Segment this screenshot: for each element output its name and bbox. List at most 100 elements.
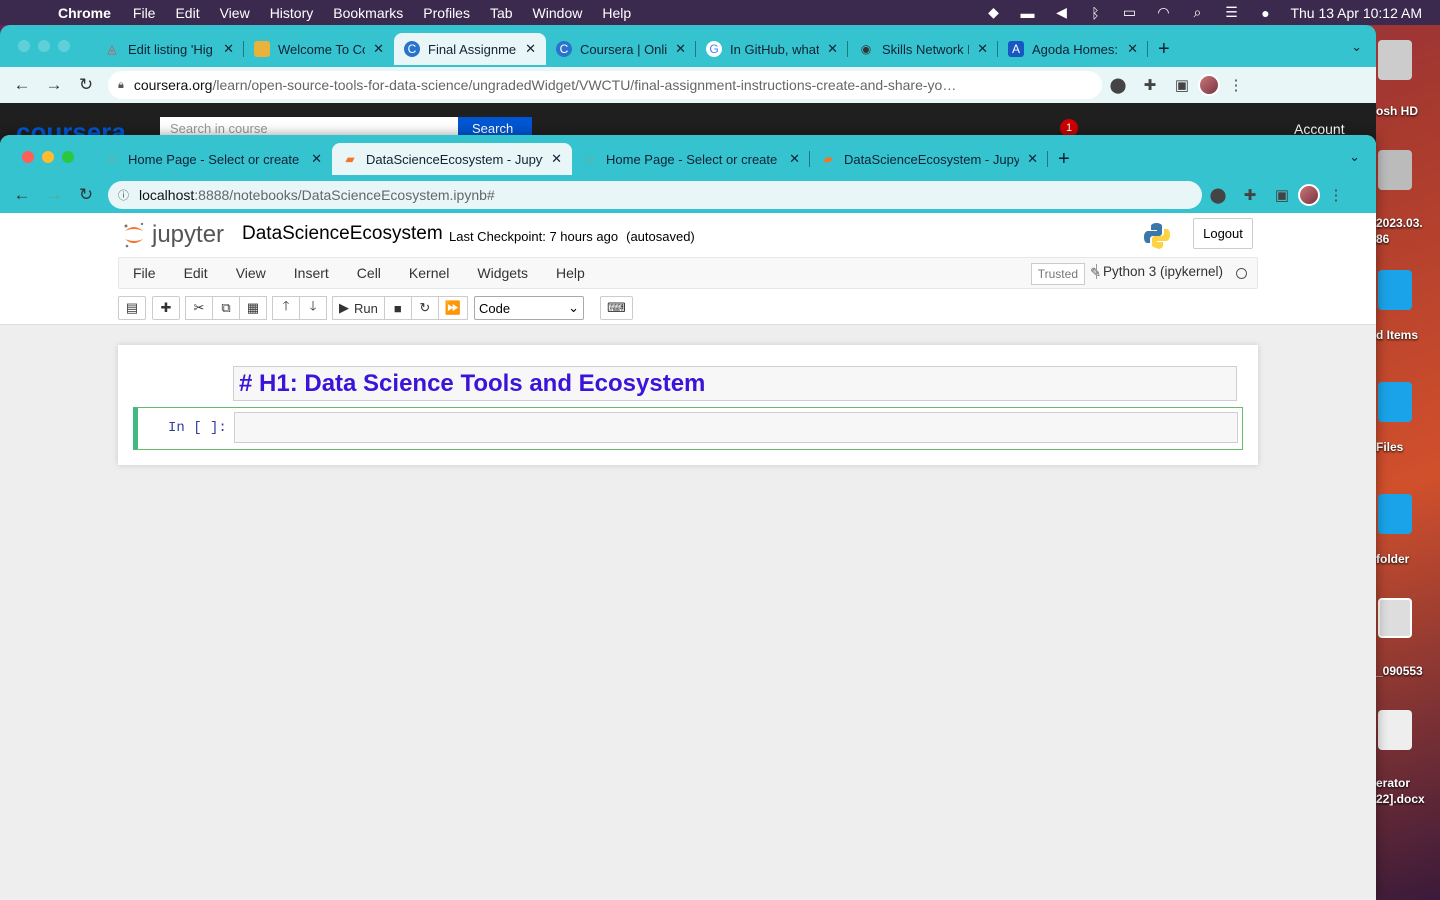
close-tab-icon[interactable]: ✕: [789, 151, 800, 167]
move-up-icon[interactable]: 🡑: [272, 296, 300, 320]
jupyter-logo[interactable]: jupyter: [122, 221, 224, 249]
menu-bookmarks[interactable]: Bookmarks: [333, 5, 403, 21]
dropbox-icon[interactable]: ◆: [984, 4, 1002, 21]
search-icon[interactable]: ⌕: [1188, 4, 1206, 21]
menu-help[interactable]: Help: [602, 5, 631, 21]
menu-view[interactable]: View: [220, 5, 250, 21]
keyboard-icon[interactable]: ⌨: [600, 296, 633, 320]
logout-button[interactable]: Logout: [1193, 218, 1253, 249]
browser-tab[interactable]: A Agoda Homes: ✕: [998, 33, 1148, 65]
nb-menu-kernel[interactable]: Kernel: [395, 265, 463, 281]
folder-icon[interactable]: [1378, 270, 1412, 310]
move-down-icon[interactable]: 🡓: [299, 296, 327, 320]
copy-icon[interactable]: ⧉: [212, 296, 240, 320]
menu-history[interactable]: History: [270, 5, 314, 21]
reload-icon[interactable]: ↻: [70, 185, 102, 205]
back-icon[interactable]: ←: [6, 75, 38, 95]
browser-tab[interactable]: G In GitHub, what ✕: [696, 33, 848, 65]
cell-type-select[interactable]: Code ⌄: [474, 296, 585, 320]
close-tab-icon[interactable]: ✕: [1127, 41, 1138, 57]
browser-tab[interactable]: ▰ DataScienceEcosystem - Jupyte ✕: [810, 143, 1048, 175]
document-file-icon[interactable]: [1378, 710, 1412, 750]
trusted-badge[interactable]: Trusted: [1030, 263, 1085, 285]
extension-icon[interactable]: ⬤: [1202, 186, 1234, 204]
chevron-down-icon[interactable]: ⌄: [1351, 39, 1362, 55]
markdown-cell[interactable]: # H1: Data Science Tools and Ecosystem: [233, 366, 1237, 401]
close-window-icon[interactable]: [18, 40, 30, 52]
menubar-clock[interactable]: Thu 13 Apr 10:12 AM: [1290, 5, 1422, 21]
sidepanel-icon[interactable]: ▣: [1166, 76, 1198, 94]
close-tab-icon[interactable]: ✕: [1027, 151, 1038, 167]
code-cell-selected[interactable]: In [ ]:: [133, 407, 1243, 450]
hard-drive-icon[interactable]: [1378, 40, 1412, 80]
nb-menu-cell[interactable]: Cell: [343, 265, 395, 281]
back-icon[interactable]: ←: [6, 185, 38, 205]
restart-icon[interactable]: ↻: [410, 296, 439, 320]
browser-tab[interactable]: C Coursera | Onli ✕: [546, 33, 696, 65]
avatar[interactable]: [1298, 184, 1320, 206]
new-tab-button[interactable]: +: [1148, 33, 1188, 65]
close-tab-icon[interactable]: ✕: [551, 151, 562, 167]
menu-file[interactable]: File: [133, 5, 156, 21]
notification-icon[interactable]: ▬: [1018, 5, 1036, 21]
notebook-name[interactable]: DataScienceEcosystem: [242, 223, 443, 245]
minimize-window-icon[interactable]: [38, 40, 50, 52]
save-icon[interactable]: ▤: [118, 296, 146, 320]
nb-menu-edit[interactable]: Edit: [170, 265, 222, 281]
puzzle-icon[interactable]: ✚: [1234, 186, 1266, 204]
browser-tab-active[interactable]: ▰ DataScienceEcosystem - Jupyte ✕: [332, 143, 572, 175]
forward-icon[interactable]: →: [38, 75, 70, 95]
reload-icon[interactable]: ↻: [70, 75, 102, 95]
nb-menu-widgets[interactable]: Widgets: [463, 265, 542, 281]
browser-tab-active[interactable]: C Final Assignme ✕: [394, 33, 546, 65]
minimize-window-icon[interactable]: [42, 151, 54, 163]
close-tab-icon[interactable]: ✕: [675, 41, 686, 57]
avatar[interactable]: [1198, 74, 1220, 96]
zoom-window-icon[interactable]: [62, 151, 74, 163]
close-tab-icon[interactable]: ✕: [827, 41, 838, 57]
disk-image-icon[interactable]: [1378, 150, 1412, 190]
nb-menu-insert[interactable]: Insert: [280, 265, 343, 281]
close-window-icon[interactable]: [22, 151, 34, 163]
menu-profiles[interactable]: Profiles: [423, 5, 470, 21]
close-tab-icon[interactable]: ✕: [977, 41, 988, 57]
close-tab-icon[interactable]: ✕: [311, 151, 322, 167]
kebab-menu-icon[interactable]: ⋮: [1220, 76, 1252, 94]
control-center-icon[interactable]: ☰: [1222, 4, 1240, 21]
kebab-menu-icon[interactable]: ⋮: [1320, 186, 1352, 204]
bluetooth-icon[interactable]: ᛒ: [1086, 5, 1104, 21]
menu-window[interactable]: Window: [533, 5, 583, 21]
browser-tab[interactable]: ◉ Skills Network L ✕: [848, 33, 998, 65]
folder-icon[interactable]: [1378, 382, 1412, 422]
menu-edit[interactable]: Edit: [175, 5, 199, 21]
nb-menu-help[interactable]: Help: [542, 265, 599, 281]
browser-tab[interactable]: ◌ Home Page - Select or create a ✕: [572, 143, 810, 175]
nb-menu-file[interactable]: File: [119, 265, 170, 281]
address-bar[interactable]: 🔒︎ coursera.org/learn/open-source-tools-…: [108, 71, 1102, 99]
chevron-down-icon[interactable]: ⌄: [1349, 149, 1360, 165]
interrupt-icon[interactable]: ■: [383, 296, 412, 320]
insert-cell-icon[interactable]: ✚: [152, 296, 180, 320]
new-tab-button[interactable]: +: [1048, 143, 1088, 175]
close-tab-icon[interactable]: ✕: [373, 41, 384, 57]
battery-icon[interactable]: ▭: [1120, 4, 1138, 21]
close-tab-icon[interactable]: ✕: [525, 41, 536, 57]
volume-icon[interactable]: ◀: [1052, 4, 1070, 21]
puzzle-icon[interactable]: ✚: [1134, 76, 1166, 94]
menu-tab[interactable]: Tab: [490, 5, 513, 21]
browser-tab[interactable]: Welcome To Co ✕: [244, 33, 394, 65]
address-bar[interactable]: ⓘ localhost:8888/notebooks/DataScienceEc…: [108, 181, 1202, 209]
folder-icon[interactable]: [1378, 494, 1412, 534]
cut-icon[interactable]: ✂: [185, 296, 213, 320]
sidepanel-icon[interactable]: ▣: [1266, 186, 1298, 204]
paste-icon[interactable]: ▦: [239, 296, 267, 320]
wifi-icon[interactable]: ◠: [1154, 4, 1172, 21]
nb-menu-view[interactable]: View: [222, 265, 280, 281]
siri-icon[interactable]: ●: [1256, 5, 1274, 21]
screenshot-file-icon[interactable]: [1378, 598, 1412, 638]
forward-icon[interactable]: →: [38, 185, 70, 205]
browser-tab[interactable]: ◌ Home Page - Select or create a ✕: [94, 143, 332, 175]
browser-tab[interactable]: ◬ Edit listing 'Hig ✕: [94, 33, 244, 65]
code-input[interactable]: [234, 412, 1238, 443]
run-button[interactable]: ▶ Run: [332, 296, 385, 320]
